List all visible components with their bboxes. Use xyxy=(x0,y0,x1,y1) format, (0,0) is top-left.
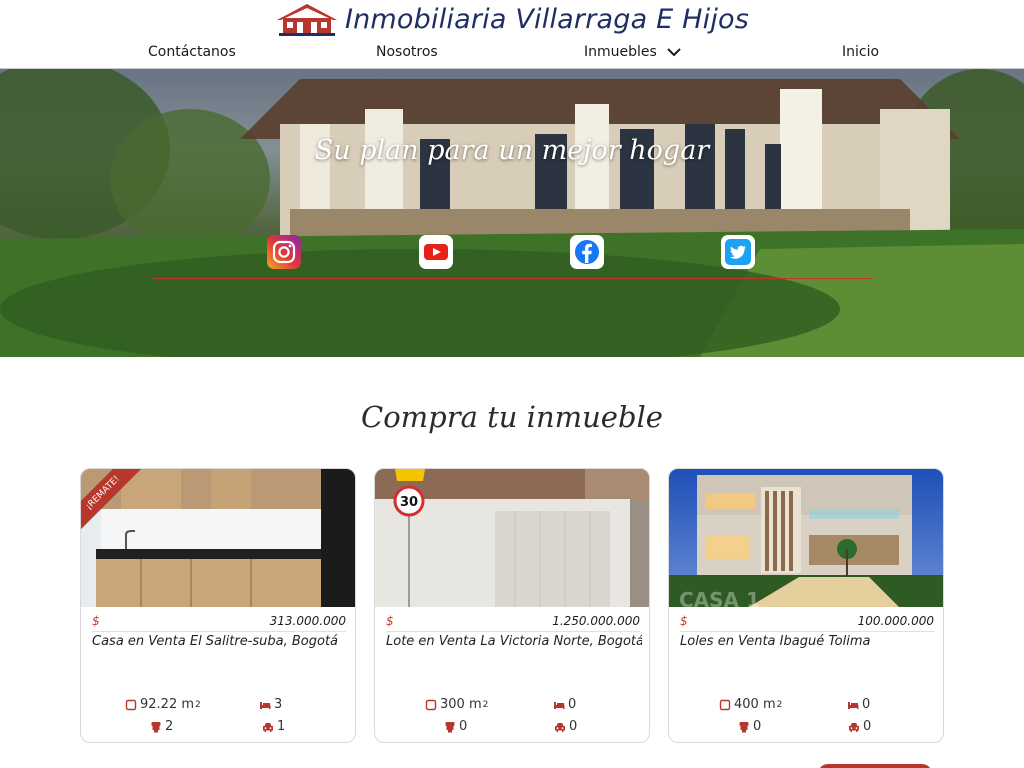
property-image[interactable]: ¡REMATE! xyxy=(81,469,355,607)
instagram-icon xyxy=(272,240,296,264)
car-icon xyxy=(555,722,565,732)
see-more-button[interactable] xyxy=(818,764,932,768)
twitter-icon xyxy=(725,239,751,265)
parking-value: 0 xyxy=(569,719,578,734)
nav-item-contactanos[interactable]: Contáctanos xyxy=(148,44,236,60)
bed-icon xyxy=(260,701,271,709)
hero-house-image xyxy=(0,69,1024,357)
property-title[interactable]: Loles en Venta Ibagué Tolima xyxy=(680,634,936,649)
nav-item-label: Inicio xyxy=(842,44,880,60)
svg-text:CASA 1: CASA 1 xyxy=(679,588,760,607)
price-value: 1.250.000.000 xyxy=(552,614,640,628)
chevron-down-icon[interactable] xyxy=(667,47,681,57)
area-feature: 300 m2 xyxy=(425,697,488,712)
parking-feature: 0 xyxy=(554,719,577,734)
nav-item-label: Contáctanos xyxy=(148,44,236,60)
parking-value: 1 xyxy=(277,719,286,734)
car-icon xyxy=(849,722,859,732)
currency-symbol: $ xyxy=(92,614,100,628)
area-unit-sup: 2 xyxy=(195,699,201,710)
toilet-icon xyxy=(445,721,455,732)
property-image[interactable]: 30 xyxy=(375,469,649,607)
car-icon xyxy=(263,722,273,732)
currency-symbol: $ xyxy=(386,614,394,628)
area-icon xyxy=(719,699,731,710)
bathrooms-feature: 0 xyxy=(738,719,761,734)
bathrooms-value: 2 xyxy=(165,719,174,734)
price-row: $ 1.250.000.000 xyxy=(386,614,640,632)
area-value: 300 m xyxy=(440,697,482,712)
nav-item-nosotros[interactable]: Nosotros xyxy=(376,44,438,60)
bedrooms-value: 0 xyxy=(862,697,871,712)
area-value: 92.22 m xyxy=(140,697,195,712)
area-value: 400 m xyxy=(734,697,776,712)
property-title[interactable]: Lote en Venta La Victoria Norte, Bogotá xyxy=(386,634,642,649)
area-icon xyxy=(125,699,137,710)
svg-text:30: 30 xyxy=(400,495,418,510)
bathrooms-value: 0 xyxy=(459,719,468,734)
area-icon xyxy=(425,699,437,710)
toilet-icon xyxy=(739,721,749,732)
bed-icon xyxy=(848,701,859,709)
bedrooms-feature: 0 xyxy=(847,697,870,712)
property-card[interactable]: CASA 1 $ 100.000.000 Loles en Venta Ibag… xyxy=(668,468,944,743)
hero-divider xyxy=(153,278,871,279)
price-row: $ 313.000.000 xyxy=(92,614,346,632)
parking-feature: 1 xyxy=(262,719,285,734)
toilet-icon xyxy=(151,721,161,732)
nav-item-inicio[interactable]: Inicio xyxy=(842,44,879,60)
site-header: Inmobiliaria Villarraga E Hijos xyxy=(0,0,1024,38)
bedrooms-value: 0 xyxy=(568,697,577,712)
hero-banner: Su plan para un mejor hogar xyxy=(0,69,1024,357)
twitter-link[interactable] xyxy=(721,235,755,269)
house-logo-icon[interactable] xyxy=(275,2,339,36)
area-unit-sup: 2 xyxy=(776,699,783,710)
facebook-icon xyxy=(575,240,599,264)
facebook-link[interactable] xyxy=(570,235,604,269)
youtube-link[interactable] xyxy=(419,235,453,269)
bathrooms-feature: 2 xyxy=(150,719,173,734)
price-value: 100.000.000 xyxy=(857,614,934,628)
bedrooms-value: 3 xyxy=(274,697,283,712)
main-navigation: Contáctanos Nosotros Inmuebles Inicio xyxy=(0,38,1024,69)
bathrooms-value: 0 xyxy=(753,719,762,734)
youtube-icon xyxy=(424,244,448,260)
nav-item-label: Nosotros xyxy=(376,44,438,60)
nav-item-inmuebles[interactable]: Inmuebles xyxy=(584,44,681,60)
bedrooms-feature: 3 xyxy=(259,697,282,712)
bedrooms-feature: 0 xyxy=(553,697,576,712)
price-value: 313.000.000 xyxy=(269,614,346,628)
area-unit-sup: 2 xyxy=(482,699,489,710)
parking-feature: 0 xyxy=(848,719,871,734)
parking-value: 0 xyxy=(863,719,872,734)
property-image[interactable]: CASA 1 xyxy=(669,469,943,607)
currency-symbol: $ xyxy=(680,614,688,628)
area-feature: 92.22 m2 xyxy=(125,697,201,712)
brand-name[interactable]: Inmobiliaria Villarraga E Hijos xyxy=(345,4,749,35)
instagram-link[interactable] xyxy=(267,235,301,269)
property-card[interactable]: 30 $ 1.250.000.000 Lote en Venta La Vict… xyxy=(374,468,650,743)
property-title[interactable]: Casa en Venta El Salitre-suba, Bogotá xyxy=(92,634,348,649)
area-feature: 400 m2 xyxy=(719,697,782,712)
hero-title: Su plan para un mejor hogar xyxy=(314,135,710,166)
bed-icon xyxy=(554,701,565,709)
price-row: $ 100.000.000 xyxy=(680,614,934,632)
nav-item-label: Inmuebles xyxy=(584,44,657,60)
bathrooms-feature: 0 xyxy=(444,719,467,734)
section-title: Compra tu inmueble xyxy=(361,400,663,434)
property-card[interactable]: ¡REMATE! $ 313.000.000 Casa en Venta El … xyxy=(80,468,356,743)
